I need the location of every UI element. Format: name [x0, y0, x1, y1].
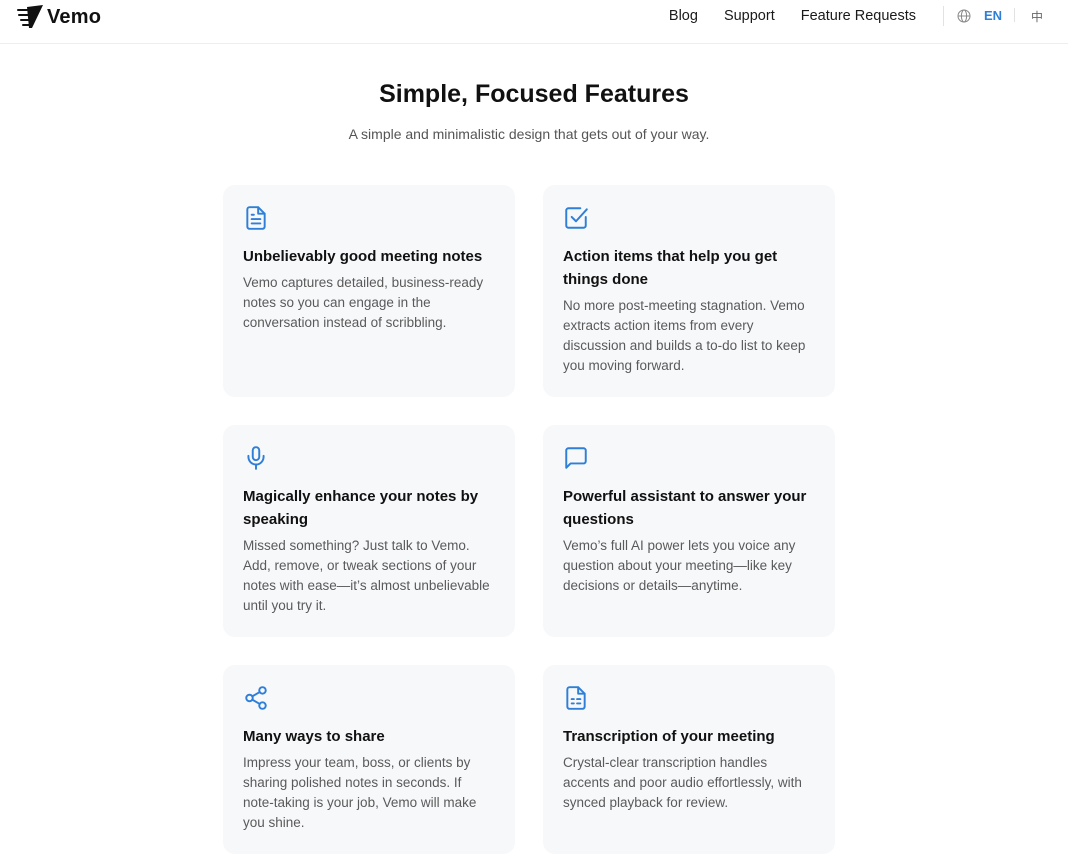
- page-title: Simple, Focused Features: [379, 80, 689, 108]
- globe-icon[interactable]: [957, 9, 971, 23]
- feature-card-sharing: Many ways to share Impress your team, bo…: [223, 665, 515, 854]
- feature-description: Impress your team, boss, or clients by s…: [243, 755, 477, 830]
- lang-en-button[interactable]: EN: [984, 8, 1002, 23]
- feature-card-meeting-notes: Unbelievably good meeting notes Vemo cap…: [223, 185, 515, 397]
- nav-link-feature-requests[interactable]: Feature Requests: [801, 8, 916, 24]
- feature-card-assistant: Powerful assistant to answer your questi…: [543, 425, 835, 637]
- feature-description: Vemo’s full AI power lets you voice any …: [563, 538, 796, 593]
- feature-description: Vemo captures detailed, business-ready n…: [243, 275, 484, 330]
- feature-title: Transcription of your meeting: [563, 728, 775, 745]
- nav-link-blog[interactable]: Blog: [669, 8, 698, 24]
- feature-title: Action items that help you get things do…: [563, 248, 778, 288]
- nav-divider: [943, 6, 944, 26]
- feature-description: Crystal-clear transcription handles acce…: [563, 755, 802, 810]
- nav-links: Blog Support Feature Requests: [669, 0, 916, 32]
- lang-divider: [1014, 8, 1015, 22]
- transcript-icon: [566, 686, 586, 710]
- top-nav: Vemo Blog Support Feature Requests EN 中: [0, 0, 1068, 44]
- feature-card-action-items: Action items that help you get things do…: [543, 185, 835, 397]
- nav-link-support[interactable]: Support: [724, 8, 775, 24]
- microphone-icon: [247, 446, 265, 470]
- lang-zh-button[interactable]: 中: [1031, 8, 1043, 25]
- feature-title: Magically enhance your notes by speaking: [243, 488, 479, 528]
- feature-description: No more post-meeting stagnation. Vemo ex…: [563, 298, 806, 373]
- brand-name: Vemo: [47, 5, 102, 28]
- checkbox-icon: [565, 207, 588, 229]
- feature-title: Unbelievably good meeting notes: [243, 248, 483, 265]
- feature-description: Missed something? Just talk to Vemo. Add…: [243, 538, 490, 613]
- share-icon: [245, 686, 267, 710]
- feature-card-enhance-by-speaking: Magically enhance your notes by speaking…: [223, 425, 515, 637]
- vemo-logo-icon: [17, 5, 43, 28]
- chat-bubble-icon: [565, 447, 587, 469]
- feature-card-transcription: Transcription of your meeting Crystal-cl…: [543, 665, 835, 854]
- document-icon: [246, 206, 266, 230]
- feature-title: Powerful assistant to answer your questi…: [563, 488, 807, 528]
- page-subtitle: A simple and minimalistic design that ge…: [348, 126, 710, 142]
- feature-title: Many ways to share: [243, 728, 385, 745]
- brand-logo[interactable]: Vemo: [16, 4, 101, 30]
